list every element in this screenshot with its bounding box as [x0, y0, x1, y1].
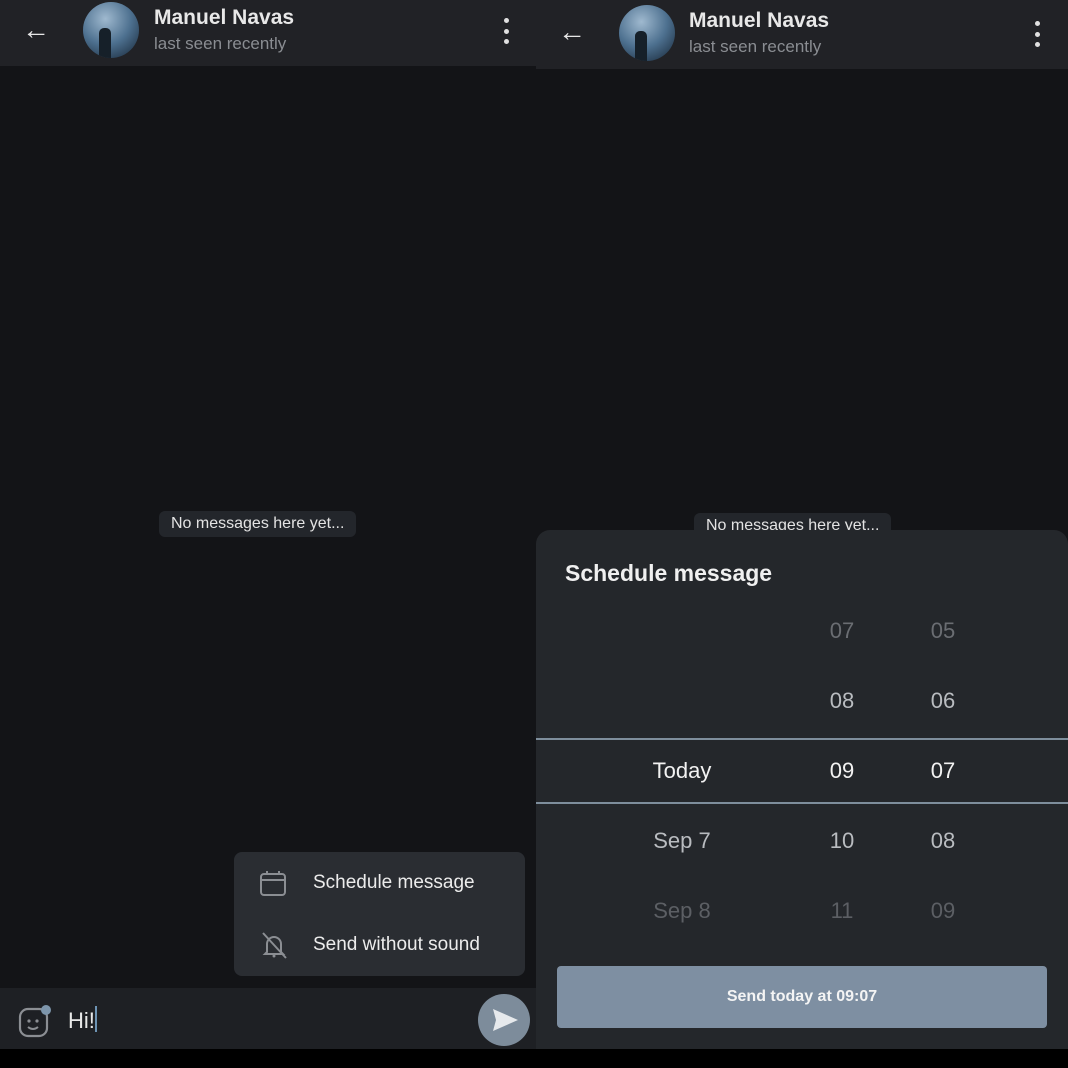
- avatar[interactable]: [83, 2, 139, 58]
- menu-item-label: Schedule message: [313, 872, 475, 893]
- minute-wheel-item[interactable]: 07: [883, 758, 1003, 784]
- contact-name[interactable]: Manuel Navas: [154, 6, 294, 30]
- chat-screen-left: ← Manuel Navas last seen recently No mes…: [0, 0, 536, 1068]
- day-wheel-item[interactable]: Sep 8: [622, 898, 742, 924]
- contact-status: last seen recently: [689, 37, 822, 56]
- more-vert-icon[interactable]: [502, 18, 510, 44]
- back-arrow-icon[interactable]: ←: [22, 16, 50, 44]
- send-icon: [493, 1009, 518, 1031]
- message-input-bar: Hi!: [0, 988, 536, 1052]
- bell-off-icon: [262, 932, 287, 959]
- avatar[interactable]: [619, 5, 675, 61]
- message-input[interactable]: Hi!: [68, 1006, 97, 1034]
- menu-item-schedule-message[interactable]: Schedule message: [234, 852, 525, 914]
- menu-item-send-without-sound[interactable]: Send without sound: [234, 914, 525, 976]
- chat-header: ← Manuel Navas last seen recently: [0, 0, 536, 66]
- send-options-menu: Schedule message Send without sound: [234, 852, 525, 976]
- day-wheel-item[interactable]: Sep 7: [622, 828, 742, 854]
- minute-wheel-item[interactable]: 06: [883, 688, 1003, 714]
- minute-wheel-item[interactable]: 08: [883, 828, 1003, 854]
- contact-status: last seen recently: [154, 34, 287, 53]
- chat-screen-right: ← Manuel Navas last seen recently No mes…: [536, 0, 1068, 1068]
- schedule-message-sheet: Schedule message Today Sep 7 Sep 8 07 08 09 10…: [536, 530, 1068, 1049]
- day-wheel-item[interactable]: Today: [622, 758, 742, 784]
- empty-chat-label: No messages here yet...: [159, 511, 357, 537]
- picker-selection-line-top: [536, 738, 1068, 740]
- text-caret: [94, 1006, 97, 1032]
- system-nav-area: [0, 1049, 536, 1068]
- system-nav-area: [536, 1049, 1068, 1068]
- minute-wheel-item[interactable]: 09: [883, 898, 1003, 924]
- send-button[interactable]: [478, 994, 530, 1046]
- message-input-value: Hi!: [68, 1008, 95, 1033]
- sticker-icon[interactable]: [18, 1004, 52, 1038]
- contact-name[interactable]: Manuel Navas: [689, 9, 829, 33]
- picker-selection-line-bottom: [536, 802, 1068, 804]
- send-scheduled-button[interactable]: Send today at 09:07: [557, 966, 1047, 1028]
- more-vert-icon[interactable]: [1033, 21, 1041, 47]
- chat-header: ← Manuel Navas last seen recently: [536, 0, 1068, 69]
- calendar-icon: [260, 871, 286, 896]
- menu-item-label: Send without sound: [313, 934, 480, 955]
- minute-wheel-item[interactable]: 05: [883, 618, 1003, 644]
- sheet-title: Schedule message: [565, 560, 773, 586]
- back-arrow-icon[interactable]: ←: [558, 18, 586, 46]
